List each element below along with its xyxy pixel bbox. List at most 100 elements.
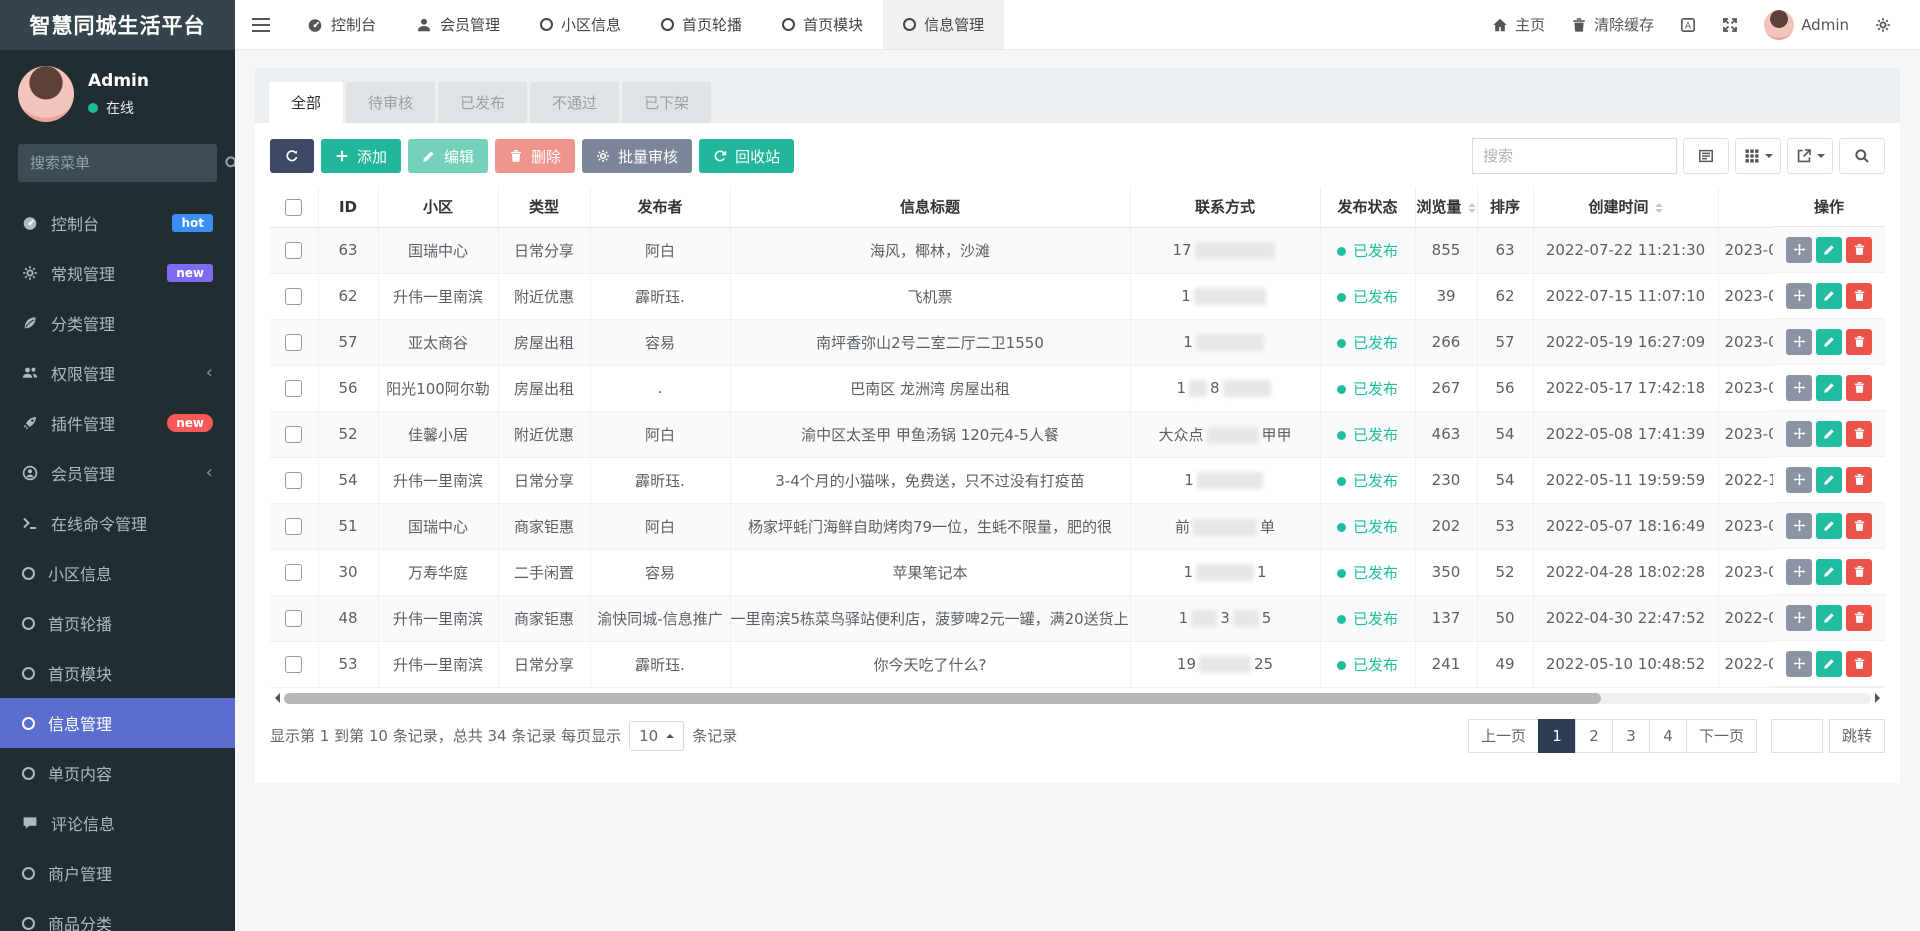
edit-row-button[interactable]: [1816, 283, 1842, 309]
row-checkbox[interactable]: [285, 656, 302, 673]
delete-row-button[interactable]: [1846, 237, 1872, 263]
page-button-3[interactable]: 3: [1612, 719, 1650, 753]
home-link[interactable]: 主页: [1479, 0, 1558, 50]
jump-button[interactable]: 跳转: [1829, 719, 1885, 753]
delete-row-button[interactable]: [1846, 605, 1872, 631]
batch-audit-button[interactable]: 批量审核: [582, 139, 692, 173]
delete-row-button[interactable]: [1846, 651, 1872, 677]
scrollbar-thumb[interactable]: [284, 693, 1601, 704]
delete-row-button[interactable]: [1846, 513, 1872, 539]
edit-button[interactable]: 编辑: [408, 139, 488, 173]
sidebar-search-input[interactable]: [30, 154, 224, 172]
edit-row-button[interactable]: [1816, 467, 1842, 493]
tab-pending[interactable]: 待审核: [346, 82, 435, 123]
sort-icon[interactable]: [1655, 199, 1663, 217]
topnav-item-community[interactable]: 小区信息: [520, 0, 641, 49]
drag-row-button[interactable]: [1786, 237, 1812, 263]
next-page-button[interactable]: 下一页: [1686, 719, 1757, 753]
sidebar-item-community-info[interactable]: 小区信息: [0, 548, 235, 598]
delete-row-button[interactable]: [1846, 375, 1872, 401]
tab-published[interactable]: 已发布: [438, 82, 527, 123]
add-button[interactable]: 添加: [321, 139, 401, 173]
topnav-item-message[interactable]: 信息管理: [883, 0, 1004, 49]
drag-row-button[interactable]: [1786, 375, 1812, 401]
table-search-input[interactable]: [1472, 138, 1677, 174]
prev-page-button[interactable]: 上一页: [1468, 719, 1539, 753]
scroll-right-icon[interactable]: [1875, 693, 1885, 703]
tab-all[interactable]: 全部: [269, 82, 343, 123]
row-checkbox[interactable]: [285, 518, 302, 535]
page-button-2[interactable]: 2: [1575, 719, 1613, 753]
edit-row-button[interactable]: [1816, 651, 1842, 677]
edit-row-button[interactable]: [1816, 513, 1842, 539]
recycle-bin-button[interactable]: 回收站: [699, 139, 794, 173]
edit-row-button[interactable]: [1816, 329, 1842, 355]
sidebar-item-goods-category[interactable]: 商品分类: [0, 898, 235, 931]
sidebar-item-command[interactable]: 在线命令管理: [0, 498, 235, 548]
select-all-checkbox[interactable]: [285, 199, 302, 216]
drag-row-button[interactable]: [1786, 421, 1812, 447]
delete-row-button[interactable]: [1846, 329, 1872, 355]
delete-row-button[interactable]: [1846, 467, 1872, 493]
topnav-item-member[interactable]: 会员管理: [396, 0, 520, 49]
fullscreen-button[interactable]: [1709, 0, 1751, 50]
edit-row-button[interactable]: [1816, 559, 1842, 585]
detail-view-button[interactable]: [1683, 138, 1729, 174]
page-button-4[interactable]: 4: [1649, 719, 1687, 753]
sidebar-item-member[interactable]: 会员管理‹: [0, 448, 235, 498]
jump-page-input[interactable]: [1771, 719, 1823, 753]
edit-row-button[interactable]: [1816, 605, 1842, 631]
user-menu[interactable]: Admin: [1751, 0, 1862, 50]
drag-row-button[interactable]: [1786, 559, 1812, 585]
sidebar-item-dashboard[interactable]: 控制台hot: [0, 198, 235, 248]
tab-offline[interactable]: 已下架: [622, 82, 711, 123]
tab-rejected[interactable]: 不通过: [530, 82, 619, 123]
row-checkbox[interactable]: [285, 564, 302, 581]
scrollbar-track[interactable]: [284, 693, 1871, 704]
row-checkbox[interactable]: [285, 242, 302, 259]
refresh-button[interactable]: [270, 139, 314, 173]
sidebar-item-merchant[interactable]: 商户管理: [0, 848, 235, 898]
edit-row-button[interactable]: [1816, 421, 1842, 447]
language-button[interactable]: A: [1667, 0, 1709, 50]
page-size-select[interactable]: 10: [629, 721, 684, 751]
delete-row-button[interactable]: [1846, 559, 1872, 585]
row-checkbox[interactable]: [285, 380, 302, 397]
delete-row-button[interactable]: [1846, 283, 1872, 309]
sidebar-item-addon[interactable]: 插件管理new: [0, 398, 235, 448]
delete-row-button[interactable]: [1846, 421, 1872, 447]
drag-row-button[interactable]: [1786, 283, 1812, 309]
search-toggle-button[interactable]: [1839, 138, 1885, 174]
sidebar-toggle-button[interactable]: [235, 0, 287, 49]
row-checkbox[interactable]: [285, 426, 302, 443]
sidebar-item-auth[interactable]: 权限管理‹: [0, 348, 235, 398]
sidebar-item-comment-info[interactable]: 评论信息: [0, 798, 235, 848]
sidebar-item-message-manage[interactable]: 信息管理: [0, 698, 235, 748]
settings-button[interactable]: [1862, 0, 1904, 50]
topnav-item-dashboard[interactable]: 控制台: [287, 0, 396, 49]
columns-view-button[interactable]: [1735, 138, 1781, 174]
page-button-1[interactable]: 1: [1538, 719, 1576, 753]
topnav-item-banner[interactable]: 首页轮播: [641, 0, 762, 49]
sidebar-item-general[interactable]: 常规管理new: [0, 248, 235, 298]
sidebar-item-home-banner[interactable]: 首页轮播: [0, 598, 235, 648]
sort-icon[interactable]: [1468, 199, 1476, 217]
row-checkbox[interactable]: [285, 288, 302, 305]
sidebar-item-category[interactable]: 分类管理: [0, 298, 235, 348]
drag-row-button[interactable]: [1786, 329, 1812, 355]
sidebar-item-home-module[interactable]: 首页模块: [0, 648, 235, 698]
row-checkbox[interactable]: [285, 472, 302, 489]
delete-button[interactable]: 删除: [495, 139, 575, 173]
clear-cache-button[interactable]: 清除缓存: [1558, 0, 1667, 50]
topnav-item-module[interactable]: 首页模块: [762, 0, 883, 49]
drag-row-button[interactable]: [1786, 605, 1812, 631]
scroll-left-icon[interactable]: [270, 693, 280, 703]
drag-row-button[interactable]: [1786, 513, 1812, 539]
row-checkbox[interactable]: [285, 334, 302, 351]
sidebar-item-single-page[interactable]: 单页内容: [0, 748, 235, 798]
edit-row-button[interactable]: [1816, 237, 1842, 263]
export-button[interactable]: [1787, 138, 1833, 174]
drag-row-button[interactable]: [1786, 651, 1812, 677]
edit-row-button[interactable]: [1816, 375, 1842, 401]
row-checkbox[interactable]: [285, 610, 302, 627]
